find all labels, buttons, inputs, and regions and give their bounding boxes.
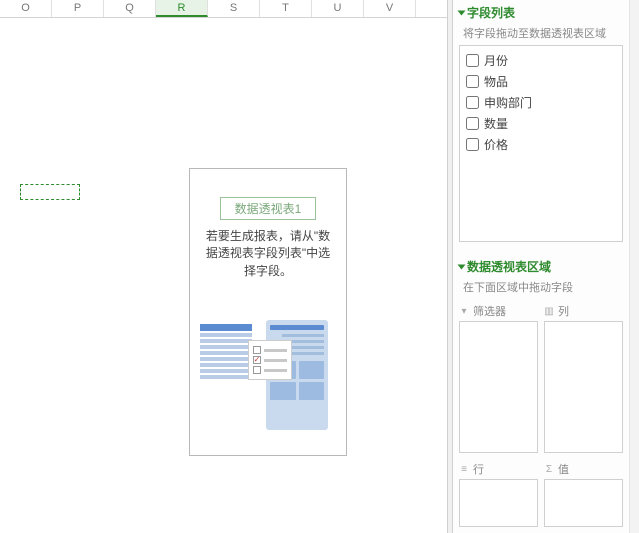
collapse-triangle-icon: [458, 10, 466, 15]
drop-zone-filter[interactable]: [459, 321, 538, 453]
areas-section-title: 数据透视表区域: [467, 258, 551, 275]
field-item[interactable]: 申购部门: [466, 92, 616, 113]
field-checkbox[interactable]: [466, 138, 479, 151]
col-header[interactable]: S: [208, 0, 260, 17]
field-checkbox[interactable]: [466, 75, 479, 88]
pivot-field-panel: 字段列表 将字段拖动至数据透视表区域 月份 物品 申购部门 数量 价格 数据透视…: [453, 0, 629, 533]
field-item[interactable]: 物品: [466, 71, 616, 92]
drop-zone-value[interactable]: [544, 479, 623, 527]
field-item[interactable]: 价格: [466, 134, 616, 155]
col-header[interactable]: Q: [104, 0, 156, 17]
field-checkbox[interactable]: [466, 96, 479, 109]
pivot-illustration: ✓: [198, 320, 338, 440]
drop-zone-column[interactable]: [544, 321, 623, 453]
field-list[interactable]: 月份 物品 申购部门 数量 价格: [459, 45, 623, 242]
field-item[interactable]: 月份: [466, 50, 616, 71]
col-header[interactable]: U: [312, 0, 364, 17]
field-label: 数量: [484, 115, 508, 132]
fields-section-title: 字段列表: [467, 4, 515, 21]
field-label: 申购部门: [484, 94, 532, 111]
drop-zone-row[interactable]: [459, 479, 538, 527]
pivot-placeholder-text: 若要生成报表，请从"数据透视表字段列表"中选择字段。: [198, 228, 338, 280]
fields-hint-text: 将字段拖动至数据透视表区域: [453, 23, 629, 45]
pivot-table-placeholder[interactable]: 数据透视表1 若要生成报表，请从"数据透视表字段列表"中选择字段。 ✓: [189, 168, 347, 456]
column-header-row: O P Q R S T U V: [0, 0, 447, 18]
col-header[interactable]: T: [260, 0, 312, 17]
field-item[interactable]: 数量: [466, 113, 616, 134]
fields-section-header[interactable]: 字段列表: [453, 0, 629, 23]
drop-areas-grid: ▾ 筛选器 ▥ 列 ≡ 行 Σ 值: [453, 299, 629, 533]
areas-hint-text: 在下面区域中拖动字段: [453, 277, 629, 299]
col-header[interactable]: O: [0, 0, 52, 17]
areas-section-header[interactable]: 数据透视表区域: [453, 254, 629, 277]
row-icon: ≡: [459, 464, 469, 474]
vertical-scrollbar[interactable]: [629, 0, 639, 533]
illus-checklist-icon: ✓: [248, 340, 292, 380]
collapse-triangle-icon: [458, 264, 466, 269]
field-label: 月份: [484, 52, 508, 69]
col-header[interactable]: V: [364, 0, 416, 17]
field-label: 价格: [484, 136, 508, 153]
pivot-placeholder-title: 数据透视表1: [220, 197, 317, 220]
filter-icon: ▾: [459, 306, 469, 316]
area-label-column: ▥ 列: [544, 301, 623, 321]
column-icon: ▥: [544, 306, 554, 316]
illus-table-icon: [200, 324, 252, 381]
area-label-value: Σ 值: [544, 459, 623, 479]
field-checkbox[interactable]: [466, 117, 479, 130]
col-header-selected[interactable]: R: [156, 0, 208, 17]
area-label-filter: ▾ 筛选器: [459, 301, 538, 321]
spreadsheet-area[interactable]: O P Q R S T U V 数据透视表1 若要生成报表，请从"数据透视表字段…: [0, 0, 447, 533]
sigma-icon: Σ: [544, 464, 554, 474]
area-label-row: ≡ 行: [459, 459, 538, 479]
field-label: 物品: [484, 73, 508, 90]
col-header[interactable]: P: [52, 0, 104, 17]
field-checkbox[interactable]: [466, 54, 479, 67]
marching-ants-selection: [20, 184, 80, 200]
